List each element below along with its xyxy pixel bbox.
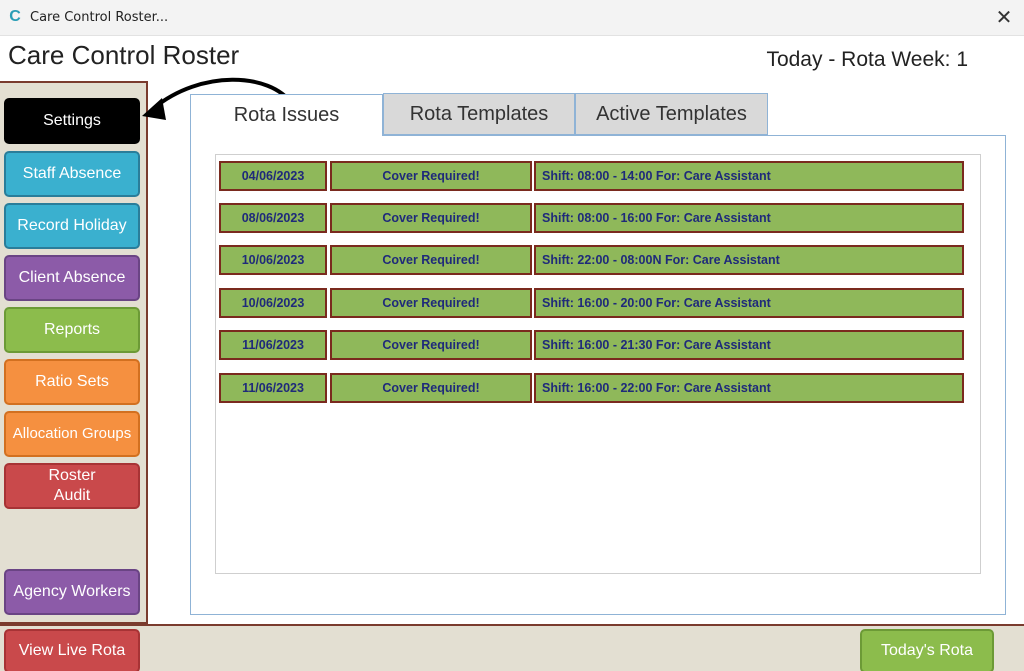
issue-description: Shift: 08:00 - 14:00 For: Care Assistant bbox=[534, 161, 964, 191]
issue-date: 11/06/2023 bbox=[219, 373, 327, 403]
window-titlebar: C Care Control Roster... ✕ bbox=[0, 0, 1024, 36]
issue-date: 11/06/2023 bbox=[219, 330, 327, 360]
tab-rota-issues[interactable]: Rota Issues bbox=[190, 94, 383, 136]
issue-date: 04/06/2023 bbox=[219, 161, 327, 191]
issue-status: Cover Required! bbox=[330, 203, 532, 233]
issue-description: Shift: 16:00 - 21:30 For: Care Assistant bbox=[534, 330, 964, 360]
page-title: Care Control Roster bbox=[8, 40, 240, 70]
sidebar-item-staff-absence[interactable]: Staff Absence bbox=[4, 151, 140, 197]
issue-status: Cover Required! bbox=[330, 288, 532, 318]
tab-active-templates[interactable]: Active Templates bbox=[575, 93, 768, 135]
issue-description: Shift: 16:00 - 22:00 For: Care Assistant bbox=[534, 373, 964, 403]
issue-date: 10/06/2023 bbox=[219, 245, 327, 275]
issue-status: Cover Required! bbox=[330, 330, 532, 360]
close-icon[interactable]: ✕ bbox=[992, 6, 1016, 30]
sidebar-item-agency-workers[interactable]: Agency Workers bbox=[4, 569, 140, 615]
sidebar-item-settings[interactable]: Settings bbox=[4, 98, 140, 144]
sidebar-item-client-absence[interactable]: Client Absence bbox=[4, 255, 140, 301]
rota-week-indicator: Today - Rota Week: 1 bbox=[766, 48, 968, 71]
todays-rota-button[interactable]: Today's Rota bbox=[860, 629, 994, 671]
issue-date: 10/06/2023 bbox=[219, 288, 327, 318]
issue-description: Shift: 16:00 - 20:00 For: Care Assistant bbox=[534, 288, 964, 318]
sidebar: Settings Staff Absence Record Holiday Cl… bbox=[0, 81, 148, 624]
sidebar-item-reports[interactable]: Reports bbox=[4, 307, 140, 353]
issue-status: Cover Required! bbox=[330, 245, 532, 275]
sidebar-item-roster-audit[interactable]: Roster Audit bbox=[4, 463, 140, 509]
tab-rota-templates[interactable]: Rota Templates bbox=[383, 93, 575, 135]
issue-status: Cover Required! bbox=[330, 161, 532, 191]
sidebar-item-record-holiday[interactable]: Record Holiday bbox=[4, 203, 140, 249]
issue-description: Shift: 22:00 - 08:00N For: Care Assistan… bbox=[534, 245, 964, 275]
app-logo-icon: C bbox=[9, 8, 21, 25]
issue-date: 08/06/2023 bbox=[219, 203, 327, 233]
sidebar-item-ratio-sets[interactable]: Ratio Sets bbox=[4, 359, 140, 405]
issue-status: Cover Required! bbox=[330, 373, 532, 403]
window-title: Care Control Roster... bbox=[30, 10, 169, 25]
bottom-bar: View Live Rota Today's Rota bbox=[0, 624, 1024, 671]
issue-description: Shift: 08:00 - 16:00 For: Care Assistant bbox=[534, 203, 964, 233]
sidebar-item-allocation-groups[interactable]: Allocation Groups bbox=[4, 411, 140, 457]
view-live-rota-button[interactable]: View Live Rota bbox=[4, 629, 140, 671]
